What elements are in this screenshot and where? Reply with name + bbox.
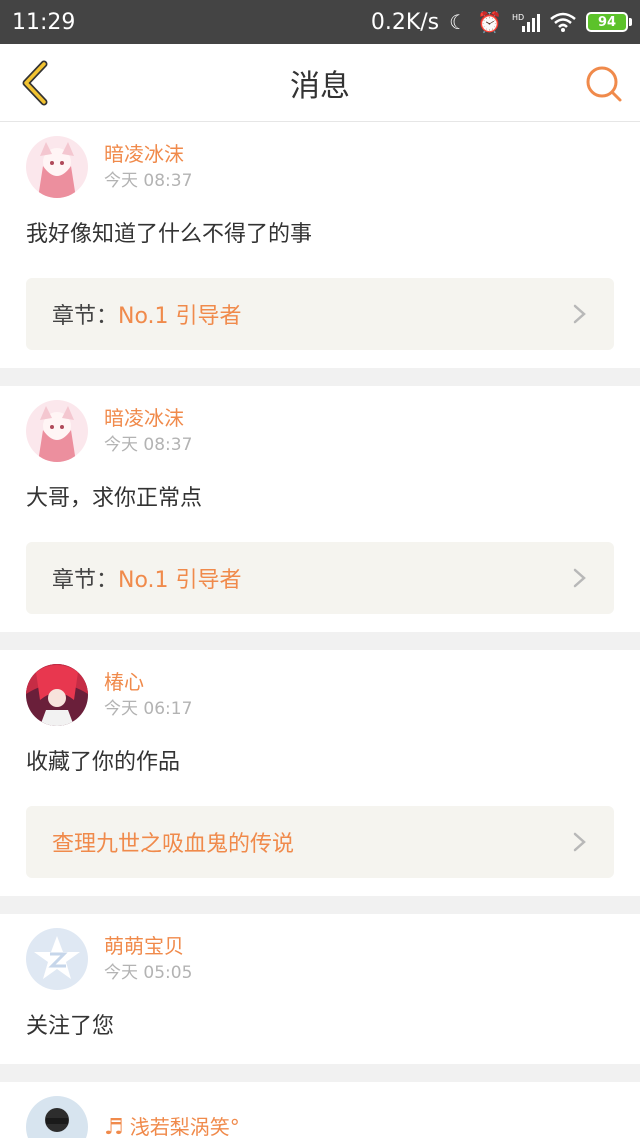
- nav-bar: 消息: [0, 44, 640, 122]
- user-name[interactable]: ♬ 浅若梨涡笑°: [104, 1113, 240, 1138]
- chapter-name: No.1 引导者: [118, 568, 242, 593]
- moon-icon: ☾: [449, 10, 468, 34]
- user-name[interactable]: 萌萌宝贝: [104, 932, 192, 960]
- work-link-label: 查理九世之吸血鬼的传说: [52, 826, 294, 858]
- avatar[interactable]: [26, 400, 88, 462]
- message-time: 今天 08:37: [104, 171, 193, 191]
- user-name[interactable]: 暗凌冰沫: [104, 404, 192, 432]
- page-title: 消息: [290, 68, 350, 104]
- message-text: 关注了您: [26, 1014, 115, 1039]
- battery-indicator: 94: [586, 12, 632, 32]
- message-meta: ♬ 浅若梨涡笑°: [104, 1113, 240, 1138]
- net-speed: 0.2K/s: [370, 9, 440, 35]
- status-bar: 11:29 0.2K/s ☾ ⏰ HD 94: [0, 0, 640, 44]
- message-meta: 椿心 今天 06:17: [104, 668, 192, 722]
- back-arrow-icon[interactable]: [18, 60, 58, 106]
- chapter-link[interactable]: 章节：No.1 引导者: [26, 542, 614, 614]
- user-name[interactable]: 暗凌冰沫: [104, 140, 192, 168]
- message-feed[interactable]: 暗凌冰沫 今天 08:37 我好像知道了什么不得了的事 章节：No.1 引导者: [0, 122, 640, 1138]
- svg-text:HD: HD: [512, 13, 524, 22]
- battery-level: 94: [597, 14, 617, 30]
- chevron-right-icon: [573, 832, 586, 852]
- message-meta: 暗凌冰沫 今天 08:37: [104, 140, 192, 194]
- hd-signal-icon: HD: [512, 13, 540, 32]
- music-note-icon: ♬: [104, 1114, 124, 1138]
- user-name-text: 浅若梨涡笑°: [129, 1114, 240, 1138]
- status-icons: 0.2K/s ☾ ⏰ HD 94: [370, 9, 632, 35]
- chevron-right-icon: [573, 304, 586, 324]
- chapter-link-label: 章节：No.1 引导者: [52, 298, 242, 330]
- wifi-icon: [550, 12, 576, 32]
- chapter-prefix: 章节：: [52, 304, 119, 329]
- status-time: 11:29: [12, 9, 76, 35]
- chapter-prefix: 章节：: [52, 568, 119, 593]
- user-name[interactable]: 椿心: [104, 668, 192, 696]
- message-text: 大哥，求你正常点: [26, 486, 203, 511]
- avatar[interactable]: [26, 664, 88, 726]
- message-meta: 暗凌冰沫 今天 08:37: [104, 404, 192, 458]
- message-header: 暗凌冰沫 今天 08:37: [26, 398, 614, 464]
- message-card: 萌萌宝贝 今天 05:05 关注了您: [0, 914, 640, 1064]
- message-header: 萌萌宝贝 今天 05:05: [26, 926, 614, 992]
- avatar[interactable]: [26, 136, 88, 198]
- message-time: 今天 05:05: [104, 963, 193, 983]
- alarm-icon: ⏰: [477, 10, 502, 34]
- message-card: 暗凌冰沫 今天 08:37 大哥，求你正常点 章节：No.1 引导者: [0, 386, 640, 632]
- search-icon[interactable]: [584, 64, 624, 104]
- message-card: ♬ 浅若梨涡笑°: [0, 1082, 640, 1138]
- message-header: ♬ 浅若梨涡笑°: [26, 1094, 614, 1138]
- chapter-name: No.1 引导者: [118, 304, 242, 329]
- message-header: 椿心 今天 06:17: [26, 662, 614, 728]
- chapter-link-label: 章节：No.1 引导者: [52, 562, 242, 594]
- message-text: 我好像知道了什么不得了的事: [26, 222, 313, 247]
- message-time: 今天 08:37: [104, 435, 193, 455]
- chevron-right-icon: [573, 568, 586, 588]
- work-title: 查理九世之吸血鬼的传说: [52, 832, 295, 857]
- message-text: 收藏了你的作品: [26, 750, 181, 775]
- message-card: 椿心 今天 06:17 收藏了你的作品 查理九世之吸血鬼的传说: [0, 650, 640, 896]
- work-link[interactable]: 查理九世之吸血鬼的传说: [26, 806, 614, 878]
- avatar[interactable]: [26, 1096, 88, 1138]
- chapter-link[interactable]: 章节：No.1 引导者: [26, 278, 614, 350]
- message-card: 暗凌冰沫 今天 08:37 我好像知道了什么不得了的事 章节：No.1 引导者: [0, 122, 640, 368]
- message-meta: 萌萌宝贝 今天 05:05: [104, 932, 192, 986]
- message-time: 今天 06:17: [104, 699, 193, 719]
- avatar[interactable]: [26, 928, 88, 990]
- message-header: 暗凌冰沫 今天 08:37: [26, 134, 614, 200]
